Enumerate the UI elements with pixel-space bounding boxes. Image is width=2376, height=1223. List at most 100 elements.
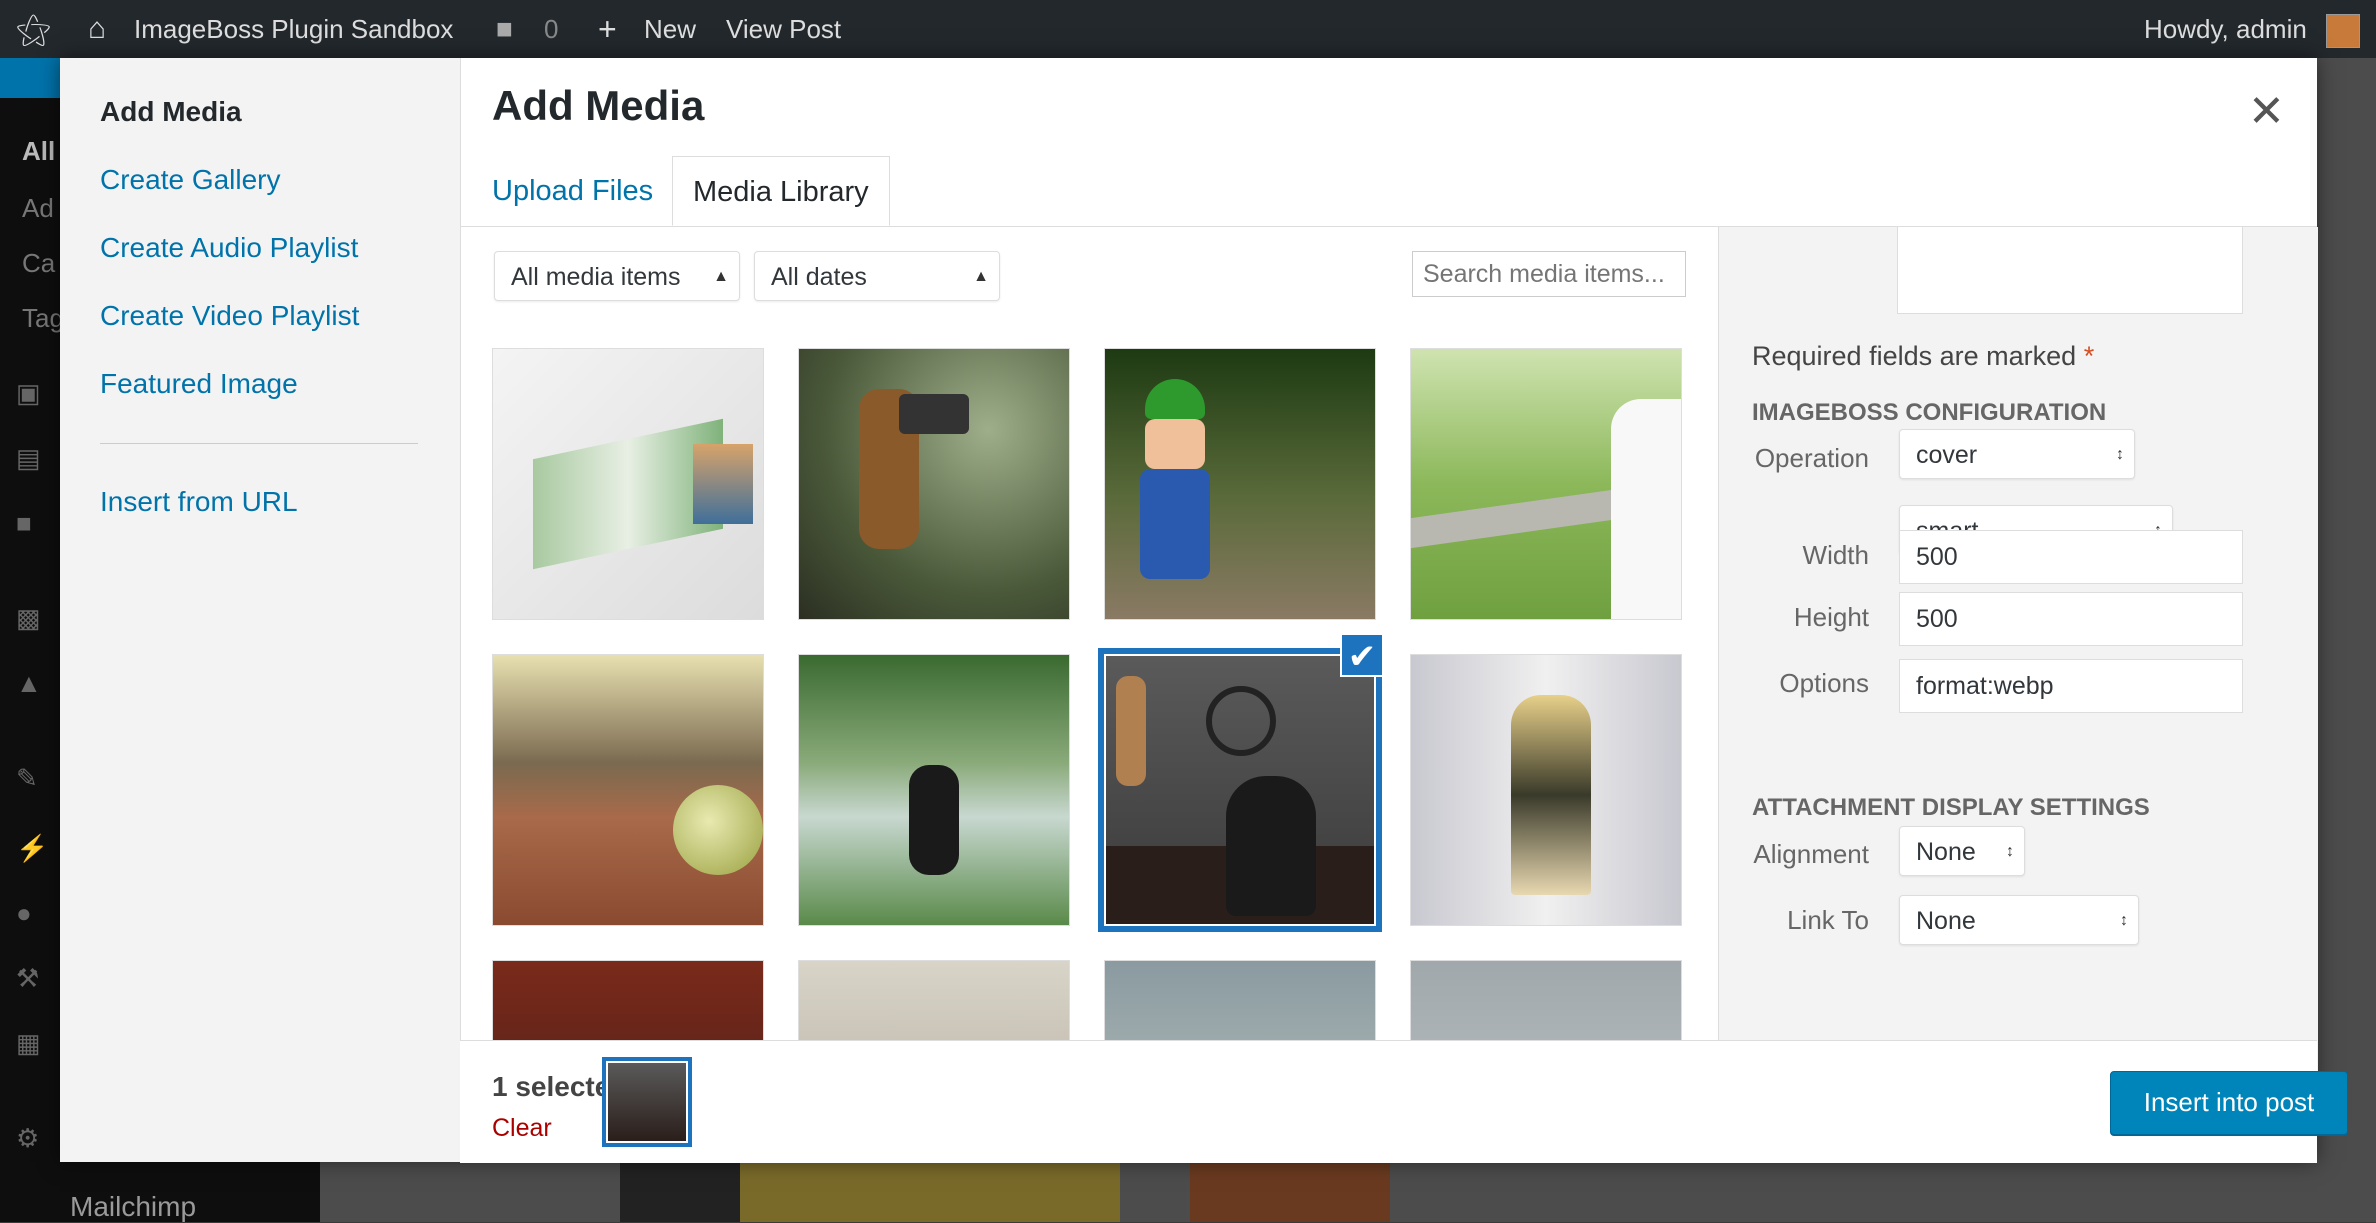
tab-upload-files[interactable]: Upload Files xyxy=(472,156,673,226)
attachment-thumb-selected[interactable] xyxy=(1098,648,1382,932)
alignment-select[interactable]: None ↕ xyxy=(1899,826,2025,876)
display-settings-heading: ATTACHMENT DISPLAY SETTINGS xyxy=(1752,794,2150,821)
camera-shape xyxy=(899,394,969,434)
required-note: Required fields are marked * xyxy=(1752,341,2094,372)
description-textarea[interactable] xyxy=(1897,227,2243,314)
media-modal: Add Media Create Gallery Create Audio Pl… xyxy=(60,58,2348,1163)
select-arrows-icon: ↕ xyxy=(2116,446,2124,463)
tennis-ball-shape xyxy=(673,785,763,875)
date-filter-value: All dates xyxy=(771,263,867,291)
select-arrows-icon: ↕ xyxy=(2120,912,2128,929)
menu-item-video-playlist[interactable]: Create Video Playlist xyxy=(100,300,359,332)
face-shape xyxy=(1145,419,1205,469)
media-icon[interactable]: ▣ xyxy=(16,378,46,408)
attachment-thumb[interactable] xyxy=(798,348,1070,620)
required-note-text: Required fields are marked xyxy=(1752,341,2077,371)
attachment-thumb[interactable] xyxy=(798,654,1070,926)
bg-tile xyxy=(1190,1162,1390,1222)
new-link[interactable]: New xyxy=(644,0,696,58)
attachment-thumb[interactable] xyxy=(492,348,764,620)
sidebar-item-tags[interactable]: Tag xyxy=(22,303,64,334)
plus-icon[interactable]: + xyxy=(598,0,617,58)
menu-item-featured-image[interactable]: Featured Image xyxy=(100,368,298,400)
avatar[interactable] xyxy=(2326,14,2360,48)
appearance-icon[interactable]: ✎ xyxy=(16,763,46,793)
couple-shape xyxy=(909,765,959,875)
selected-thumbnail-image xyxy=(608,1063,686,1141)
attachment-details-panel: Required fields are marked * IMAGEBOSS C… xyxy=(1718,227,2318,1100)
menu-item-audio-playlist[interactable]: Create Audio Playlist xyxy=(100,232,358,264)
howdy-link[interactable]: Howdy, admin xyxy=(2144,0,2307,58)
options-input[interactable]: format:webp xyxy=(1899,659,2243,713)
tools-icon[interactable]: ⚒ xyxy=(16,963,46,993)
operation-value: cover xyxy=(1916,441,1978,469)
site-name-link[interactable]: ImageBoss Plugin Sandbox xyxy=(134,0,453,58)
alignment-value: None xyxy=(1916,838,1976,866)
media-type-filter-value: All media items xyxy=(511,263,681,291)
width-label: Width xyxy=(1802,540,1869,570)
dress-shape xyxy=(1611,399,1681,619)
date-filter[interactable]: All dates ▲ xyxy=(754,251,1000,301)
link-to-select[interactable]: None ↕ xyxy=(1899,895,2139,945)
bg-tile xyxy=(740,1162,1120,1222)
close-icon[interactable]: ✕ xyxy=(2248,86,2285,137)
comments-menu-icon[interactable]: ■ xyxy=(16,508,46,538)
sidebar-item-categories[interactable]: Ca xyxy=(22,248,55,279)
modal-title: Add Media xyxy=(492,82,705,129)
clear-selection-link[interactable]: Clear xyxy=(492,1114,552,1143)
view-post-link[interactable]: View Post xyxy=(726,0,841,58)
attachment-thumb[interactable] xyxy=(1410,348,1682,620)
box-side-shape xyxy=(693,444,753,524)
attachment-thumb[interactable] xyxy=(1104,348,1376,620)
model-shape xyxy=(1511,695,1591,895)
insert-into-post-button[interactable]: Insert into post xyxy=(2110,1071,2348,1135)
link-to-label: Link To xyxy=(1787,905,1869,935)
admin-bar: ⚝ ⌂ ImageBoss Plugin Sandbox ■ 0 + New V… xyxy=(0,0,2376,58)
users-icon[interactable]: ● xyxy=(16,898,46,928)
plugins-icon[interactable]: ⚡ xyxy=(16,833,48,863)
settings-icon[interactable]: ▦ xyxy=(16,1028,46,1058)
link-to-value: None xyxy=(1916,907,1976,935)
selected-thumbnail[interactable] xyxy=(602,1057,692,1147)
height-input[interactable]: 500 xyxy=(1899,592,2243,646)
person-shape xyxy=(1226,776,1316,916)
alignment-label: Alignment xyxy=(1753,839,1869,869)
attachment-thumb[interactable] xyxy=(492,654,764,926)
gear-icon[interactable]: ⚙ xyxy=(16,1123,46,1153)
check-icon[interactable]: ✔ xyxy=(1340,633,1384,677)
select-arrows-icon: ↕ xyxy=(2006,843,2014,860)
wordpress-logo-icon[interactable]: ⚝ xyxy=(16,0,51,58)
sidebar-item-all[interactable]: All xyxy=(22,136,55,167)
media-menu: Add Media Create Gallery Create Audio Pl… xyxy=(60,58,461,1162)
comments-count[interactable]: 0 xyxy=(544,0,558,58)
width-input[interactable]: 500 xyxy=(1899,530,2243,584)
home-icon[interactable]: ⌂ xyxy=(88,0,106,58)
products-icon[interactable]: ▲ xyxy=(16,668,46,698)
required-star: * xyxy=(2083,341,2095,371)
menu-separator xyxy=(100,443,418,444)
operation-label: Operation xyxy=(1754,443,1869,473)
guitar-shape xyxy=(1116,676,1146,786)
attachment-thumb[interactable] xyxy=(1410,654,1682,926)
menu-item-add-media[interactable]: Add Media xyxy=(100,96,242,128)
options-label: Options xyxy=(1779,668,1869,698)
pin-icon xyxy=(0,58,60,98)
menu-item-create-gallery[interactable]: Create Gallery xyxy=(100,164,281,196)
cap-shape xyxy=(1145,379,1205,419)
tab-media-library[interactable]: Media Library xyxy=(672,156,890,226)
media-type-filter[interactable]: All media items ▲ xyxy=(494,251,740,301)
sidebar-item-mailchimp[interactable]: Mailchimp xyxy=(70,1191,196,1223)
search-input[interactable] xyxy=(1412,251,1686,297)
pages-icon[interactable]: ▤ xyxy=(16,443,46,473)
select-arrows-icon: ▲ xyxy=(713,268,729,285)
operation-select[interactable]: cover ↕ xyxy=(1899,429,2135,479)
wall-clock-shape xyxy=(1206,686,1276,756)
select-arrows-icon: ▲ xyxy=(973,268,989,285)
height-label: Height xyxy=(1793,602,1869,632)
sidebar-item-add[interactable]: Ad xyxy=(22,193,54,224)
bg-tile xyxy=(620,1162,740,1222)
menu-item-insert-url[interactable]: Insert from URL xyxy=(100,486,298,518)
selection-toolbar: 1 selected Clear Insert into post xyxy=(460,1040,2348,1163)
woo-icon[interactable]: ▩ xyxy=(16,603,46,633)
comments-icon[interactable]: ■ xyxy=(496,0,513,58)
